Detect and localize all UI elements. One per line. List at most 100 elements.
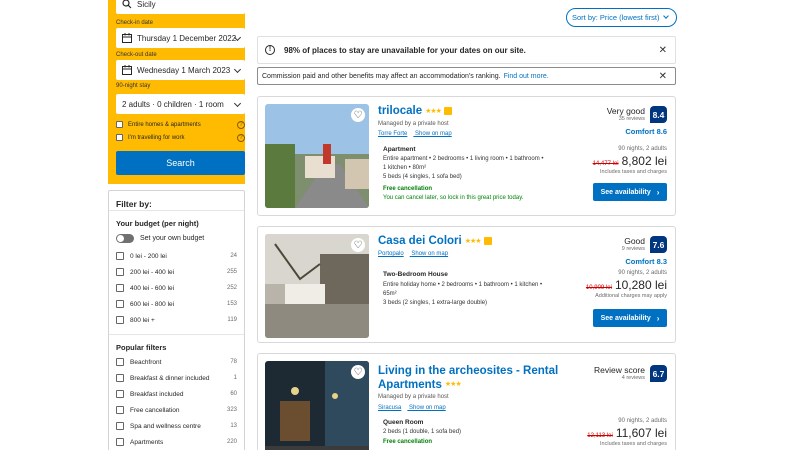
desc-line: Entire apartment • 2 bedrooms • 1 living… xyxy=(383,156,544,162)
checkbox[interactable] xyxy=(116,406,124,414)
info-icon[interactable]: ? xyxy=(237,120,245,129)
taxes-note: Includes taxes and charges xyxy=(600,441,667,447)
property-photo[interactable]: ♡ xyxy=(265,361,369,450)
budget-toggle[interactable] xyxy=(116,234,134,243)
filter-item[interactable]: Spa and wellness centre 13 xyxy=(109,418,244,434)
checkbox[interactable] xyxy=(116,390,124,398)
filter-label: Breakfast & dinner included xyxy=(130,374,210,382)
search-button[interactable]: Search xyxy=(116,151,245,175)
entire-homes-option[interactable]: Entire homes & apartments ? xyxy=(116,120,245,129)
location-link[interactable]: Torre Forte xyxy=(378,131,407,137)
budget-toggle-row[interactable]: Set your own budget xyxy=(109,228,244,243)
close-icon[interactable]: ✕ xyxy=(659,71,667,82)
filter-item[interactable]: Apartments 220 xyxy=(109,434,244,450)
checkin-field[interactable]: Thursday 1 December 2022 xyxy=(116,28,245,48)
current-price: 8,802 lei xyxy=(621,154,667,168)
heart-icon[interactable]: ♡ xyxy=(351,238,365,252)
property-name[interactable]: Casa dei Colori xyxy=(378,235,462,247)
location-row: Torre Forte Show on map xyxy=(378,131,458,137)
desc-line: 5 beds (4 singles, 1 sofa bed) xyxy=(383,174,462,180)
checkout-field[interactable]: Wednesday 1 March 2023 xyxy=(116,60,245,80)
rating-word: Very good xyxy=(606,106,645,116)
nights-info: 90 nights, 2 adults xyxy=(618,270,667,276)
calendar-icon xyxy=(122,65,132,75)
property-photo[interactable]: ♡ xyxy=(265,104,369,208)
location-link[interactable]: Siracusa xyxy=(378,405,401,411)
property-photo[interactable]: ♡ xyxy=(265,234,369,338)
checkbox[interactable] xyxy=(116,134,123,141)
filter-item[interactable]: Breakfast included 60 xyxy=(109,386,244,402)
filter-count: 1 xyxy=(233,375,237,381)
current-price: 11,607 lei xyxy=(615,426,667,440)
checkbox[interactable] xyxy=(116,121,123,128)
guests-select[interactable]: 2 adults · 0 children · 1 room xyxy=(116,94,245,114)
button-label: See availability xyxy=(600,314,651,322)
property-card: ♡ Casa dei Colori ★★★ Portopalo Show on … xyxy=(257,226,676,343)
filter-item[interactable]: Breakfast & dinner included 1 xyxy=(109,370,244,386)
show-on-map-link[interactable]: Show on map xyxy=(415,131,452,137)
show-on-map-link[interactable]: Show on map xyxy=(409,405,446,411)
work-travel-option[interactable]: I'm travelling for work ? xyxy=(116,133,245,142)
location-row: Portopalo Show on map xyxy=(378,251,454,257)
filter-count: 153 xyxy=(226,301,237,307)
destination-input[interactable]: Sicily xyxy=(116,0,245,14)
location-row: Siracusa Show on map xyxy=(378,405,452,411)
filter-label: Beachfront xyxy=(130,358,162,366)
see-availability-button[interactable]: See availability › xyxy=(593,183,667,201)
filter-item[interactable]: 800 lei + 119 xyxy=(109,312,244,328)
property-name-line1[interactable]: Living in the archeosites - Rental xyxy=(378,364,558,378)
filter-count: 119 xyxy=(227,317,237,323)
availability-alert: ! 98% of places to stay are unavailable … xyxy=(257,36,676,64)
filter-label: 400 lei - 600 lei xyxy=(130,284,175,292)
property-name-line2[interactable]: Apartments xyxy=(378,378,442,392)
checkbox[interactable] xyxy=(116,422,124,430)
checkbox[interactable] xyxy=(116,316,124,324)
filter-item[interactable]: 0 lei - 200 lei 24 xyxy=(109,248,244,264)
desc-line: 2 beds (1 double, 1 sofa bed) xyxy=(383,429,462,435)
filter-label: Free cancellation xyxy=(130,406,180,414)
checkbox[interactable] xyxy=(116,300,124,308)
property-title[interactable]: trilocale ★★★ xyxy=(378,105,452,117)
filter-item[interactable]: 200 lei - 400 lei 255 xyxy=(109,264,244,280)
nights-info: 90 nights, 2 adults xyxy=(618,146,667,152)
filter-count: 24 xyxy=(230,253,237,259)
property-title[interactable]: Casa dei Colori ★★★ xyxy=(378,235,492,247)
room-type: Two-Bedroom House xyxy=(383,271,448,278)
property-name[interactable]: trilocale xyxy=(378,105,422,117)
checkbox[interactable] xyxy=(116,284,124,292)
entire-homes-label: Entire homes & apartments xyxy=(128,121,201,128)
checkbox[interactable] xyxy=(116,268,124,276)
thumbs-up-icon xyxy=(483,237,492,245)
see-availability-button[interactable]: See availability › xyxy=(593,309,667,327)
price-row: 14,477 lei 8,802 lei xyxy=(593,154,667,168)
checkbox[interactable] xyxy=(116,358,124,366)
work-travel-label: I'm travelling for work xyxy=(128,134,185,141)
property-title[interactable]: Living in the archeosites - Rental Apart… xyxy=(378,364,558,392)
score-badge: 8.4 xyxy=(650,106,667,123)
checkin-value: Thursday 1 December 2022 xyxy=(137,33,237,43)
free-cancellation-sub: You can cancel later, so lock in this gr… xyxy=(383,195,524,201)
sort-dropdown[interactable]: Sort by: Price (lowest first) xyxy=(566,8,677,27)
filter-item[interactable]: Free cancellation 323 xyxy=(109,402,244,418)
location-link[interactable]: Portopalo xyxy=(378,251,404,257)
room-description: Entire apartment • 2 bedrooms • 1 living… xyxy=(383,155,558,182)
filter-count: 13 xyxy=(230,423,237,429)
managed-by: Managed by a private host xyxy=(378,121,449,127)
heart-icon[interactable]: ♡ xyxy=(351,108,365,122)
filter-item[interactable]: Beachfront 78 xyxy=(109,354,244,370)
show-on-map-link[interactable]: Show on map xyxy=(411,251,448,257)
checkbox[interactable] xyxy=(116,438,124,446)
checkbox[interactable] xyxy=(116,252,124,260)
find-out-more-link[interactable]: Find out more. xyxy=(504,73,549,80)
filter-item[interactable]: 400 lei - 600 lei 252 xyxy=(109,280,244,296)
review-count: 4 reviews xyxy=(621,375,645,381)
info-icon[interactable]: ? xyxy=(237,133,245,142)
desc-line: Entire holiday home • 2 bedrooms • 1 bat… xyxy=(383,282,543,288)
filter-item[interactable]: 600 lei - 800 lei 153 xyxy=(109,296,244,312)
stay-label: 90-night stay xyxy=(116,83,151,89)
close-icon[interactable]: ✕ xyxy=(659,45,667,56)
property-card: ♡ trilocale ★★★ Managed by a private hos… xyxy=(257,96,676,216)
checkbox[interactable] xyxy=(116,374,124,382)
heart-icon[interactable]: ♡ xyxy=(351,365,365,379)
room-type: Queen Room xyxy=(383,419,424,426)
